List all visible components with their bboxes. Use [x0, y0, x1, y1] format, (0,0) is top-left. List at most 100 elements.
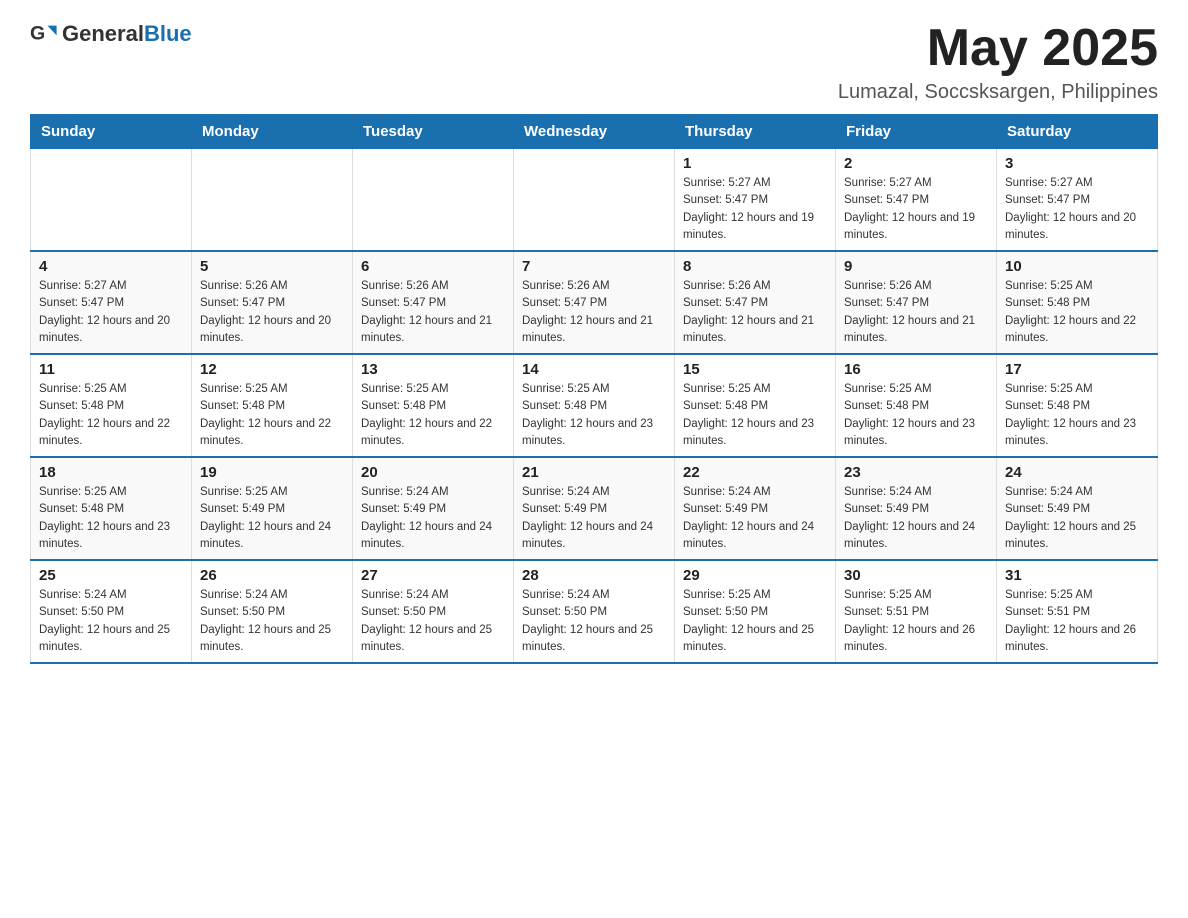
logo-general-text: General: [62, 21, 144, 46]
day-info: Sunrise: 5:25 AM Sunset: 5:48 PM Dayligh…: [683, 381, 827, 450]
calendar-cell: 21 Sunrise: 5:24 AM Sunset: 5:49 PM Dayli…: [514, 457, 675, 560]
calendar-cell: 11 Sunrise: 5:25 AM Sunset: 5:48 PM Dayli…: [31, 354, 192, 457]
day-info: Sunrise: 5:24 AM Sunset: 5:50 PM Dayligh…: [361, 587, 505, 656]
day-info: Sunrise: 5:25 AM Sunset: 5:48 PM Dayligh…: [361, 381, 505, 450]
calendar-cell: 18Sunrise: 5:25 AM Sunset: 5:48 PM Dayli…: [31, 457, 192, 560]
calendar-cell: 23 Sunrise: 5:24 AM Sunset: 5:49 PM Dayli…: [836, 457, 997, 560]
day-number: 9: [844, 258, 988, 275]
day-info: Sunrise: 5:25 AM Sunset: 5:48 PM Dayligh…: [1005, 381, 1149, 450]
day-info: Sunrise: 5:24 AM Sunset: 5:49 PM Dayligh…: [844, 484, 988, 553]
header-monday: Monday: [192, 115, 353, 149]
day-info: Sunrise: 5:24 AM Sunset: 5:50 PM Dayligh…: [522, 587, 666, 656]
svg-text:G: G: [30, 23, 45, 45]
calendar-cell: 4Sunrise: 5:27 AM Sunset: 5:47 PM Daylig…: [31, 251, 192, 354]
calendar-cell: 20Sunrise: 5:24 AM Sunset: 5:49 PM Dayli…: [353, 457, 514, 560]
day-number: 20: [361, 464, 505, 481]
calendar-cell: [192, 149, 353, 252]
day-number: 24: [1005, 464, 1149, 481]
day-number: 8: [683, 258, 827, 275]
calendar-cell: 15 Sunrise: 5:25 AM Sunset: 5:48 PM Dayli…: [675, 354, 836, 457]
day-number: 17: [1005, 361, 1149, 378]
day-info: Sunrise: 5:25 AM Sunset: 5:48 PM Dayligh…: [200, 381, 344, 450]
calendar-cell: 10 Sunrise: 5:25 AM Sunset: 5:48 PM Dayli…: [997, 251, 1158, 354]
day-number: 10: [1005, 258, 1149, 275]
day-info: Sunrise: 5:27 AM Sunset: 5:47 PM Dayligh…: [683, 175, 827, 244]
calendar-cell: [353, 149, 514, 252]
day-info: Sunrise: 5:25 AM Sunset: 5:51 PM Dayligh…: [844, 587, 988, 656]
day-number: 6: [361, 258, 505, 275]
day-number: 11: [39, 361, 183, 378]
day-info: Sunrise: 5:24 AM Sunset: 5:50 PM Dayligh…: [200, 587, 344, 656]
day-number: 21: [522, 464, 666, 481]
calendar-cell: 2 Sunrise: 5:27 AM Sunset: 5:47 PM Daylig…: [836, 149, 997, 252]
day-info: Sunrise: 5:25 AM Sunset: 5:51 PM Dayligh…: [1005, 587, 1149, 656]
day-number: 3: [1005, 155, 1149, 172]
calendar-week-row: 11 Sunrise: 5:25 AM Sunset: 5:48 PM Dayli…: [31, 354, 1158, 457]
calendar-cell: [514, 149, 675, 252]
day-info: Sunrise: 5:26 AM Sunset: 5:47 PM Dayligh…: [844, 278, 988, 347]
day-number: 18: [39, 464, 183, 481]
day-number: 12: [200, 361, 344, 378]
day-number: 4: [39, 258, 183, 275]
day-info: Sunrise: 5:25 AM Sunset: 5:50 PM Dayligh…: [683, 587, 827, 656]
calendar-cell: 29 Sunrise: 5:25 AM Sunset: 5:50 PM Dayli…: [675, 560, 836, 663]
day-number: 22: [683, 464, 827, 481]
calendar-cell: 28 Sunrise: 5:24 AM Sunset: 5:50 PM Dayli…: [514, 560, 675, 663]
logo-blue-text: Blue: [144, 21, 192, 46]
day-number: 5: [200, 258, 344, 275]
day-number: 30: [844, 567, 988, 584]
header-friday: Friday: [836, 115, 997, 149]
month-title: May 2025: [838, 20, 1158, 77]
day-number: 16: [844, 361, 988, 378]
day-number: 28: [522, 567, 666, 584]
day-info: Sunrise: 5:26 AM Sunset: 5:47 PM Dayligh…: [522, 278, 666, 347]
calendar-cell: 12 Sunrise: 5:25 AM Sunset: 5:48 PM Dayli…: [192, 354, 353, 457]
day-number: 14: [522, 361, 666, 378]
day-number: 25: [39, 567, 183, 584]
calendar-cell: 3 Sunrise: 5:27 AM Sunset: 5:47 PM Daylig…: [997, 149, 1158, 252]
day-number: 2: [844, 155, 988, 172]
calendar-cell: 31 Sunrise: 5:25 AM Sunset: 5:51 PM Dayli…: [997, 560, 1158, 663]
day-info: Sunrise: 5:25 AM Sunset: 5:48 PM Dayligh…: [844, 381, 988, 450]
calendar-cell: 1 Sunrise: 5:27 AM Sunset: 5:47 PM Daylig…: [675, 149, 836, 252]
header-thursday: Thursday: [675, 115, 836, 149]
calendar-header-row: SundayMondayTuesdayWednesdayThursdayFrid…: [31, 115, 1158, 149]
day-number: 15: [683, 361, 827, 378]
calendar-cell: 26Sunrise: 5:24 AM Sunset: 5:50 PM Dayli…: [192, 560, 353, 663]
day-number: 27: [361, 567, 505, 584]
calendar-cell: 19 Sunrise: 5:25 AM Sunset: 5:49 PM Dayli…: [192, 457, 353, 560]
header-sunday: Sunday: [31, 115, 192, 149]
day-number: 1: [683, 155, 827, 172]
day-info: Sunrise: 5:27 AM Sunset: 5:47 PM Dayligh…: [844, 175, 988, 244]
calendar-cell: 8 Sunrise: 5:26 AM Sunset: 5:47 PM Daylig…: [675, 251, 836, 354]
calendar-week-row: 25 Sunrise: 5:24 AM Sunset: 5:50 PM Dayli…: [31, 560, 1158, 663]
day-info: Sunrise: 5:25 AM Sunset: 5:49 PM Dayligh…: [200, 484, 344, 553]
calendar-cell: 25 Sunrise: 5:24 AM Sunset: 5:50 PM Dayli…: [31, 560, 192, 663]
calendar-cell: 5 Sunrise: 5:26 AM Sunset: 5:47 PM Daylig…: [192, 251, 353, 354]
day-info: Sunrise: 5:25 AM Sunset: 5:48 PM Dayligh…: [1005, 278, 1149, 347]
day-info: Sunrise: 5:25 AM Sunset: 5:48 PM Dayligh…: [522, 381, 666, 450]
calendar-cell: 13Sunrise: 5:25 AM Sunset: 5:48 PM Dayli…: [353, 354, 514, 457]
day-info: Sunrise: 5:24 AM Sunset: 5:49 PM Dayligh…: [522, 484, 666, 553]
header-tuesday: Tuesday: [353, 115, 514, 149]
day-number: 31: [1005, 567, 1149, 584]
day-info: Sunrise: 5:24 AM Sunset: 5:49 PM Dayligh…: [1005, 484, 1149, 553]
calendar-cell: [31, 149, 192, 252]
day-number: 7: [522, 258, 666, 275]
day-info: Sunrise: 5:27 AM Sunset: 5:47 PM Dayligh…: [1005, 175, 1149, 244]
day-info: Sunrise: 5:26 AM Sunset: 5:47 PM Dayligh…: [200, 278, 344, 347]
day-info: Sunrise: 5:26 AM Sunset: 5:47 PM Dayligh…: [361, 278, 505, 347]
calendar-cell: 27 Sunrise: 5:24 AM Sunset: 5:50 PM Dayli…: [353, 560, 514, 663]
day-number: 29: [683, 567, 827, 584]
calendar-week-row: 18Sunrise: 5:25 AM Sunset: 5:48 PM Dayli…: [31, 457, 1158, 560]
day-number: 23: [844, 464, 988, 481]
day-info: Sunrise: 5:26 AM Sunset: 5:47 PM Dayligh…: [683, 278, 827, 347]
title-block: May 2025 Lumazal, Soccsksargen, Philippi…: [838, 20, 1158, 104]
header-saturday: Saturday: [997, 115, 1158, 149]
day-info: Sunrise: 5:24 AM Sunset: 5:50 PM Dayligh…: [39, 587, 183, 656]
location-title: Lumazal, Soccsksargen, Philippines: [838, 81, 1158, 104]
day-info: Sunrise: 5:25 AM Sunset: 5:48 PM Dayligh…: [39, 381, 183, 450]
day-number: 19: [200, 464, 344, 481]
logo-icon: G: [30, 20, 58, 48]
calendar-week-row: 4Sunrise: 5:27 AM Sunset: 5:47 PM Daylig…: [31, 251, 1158, 354]
